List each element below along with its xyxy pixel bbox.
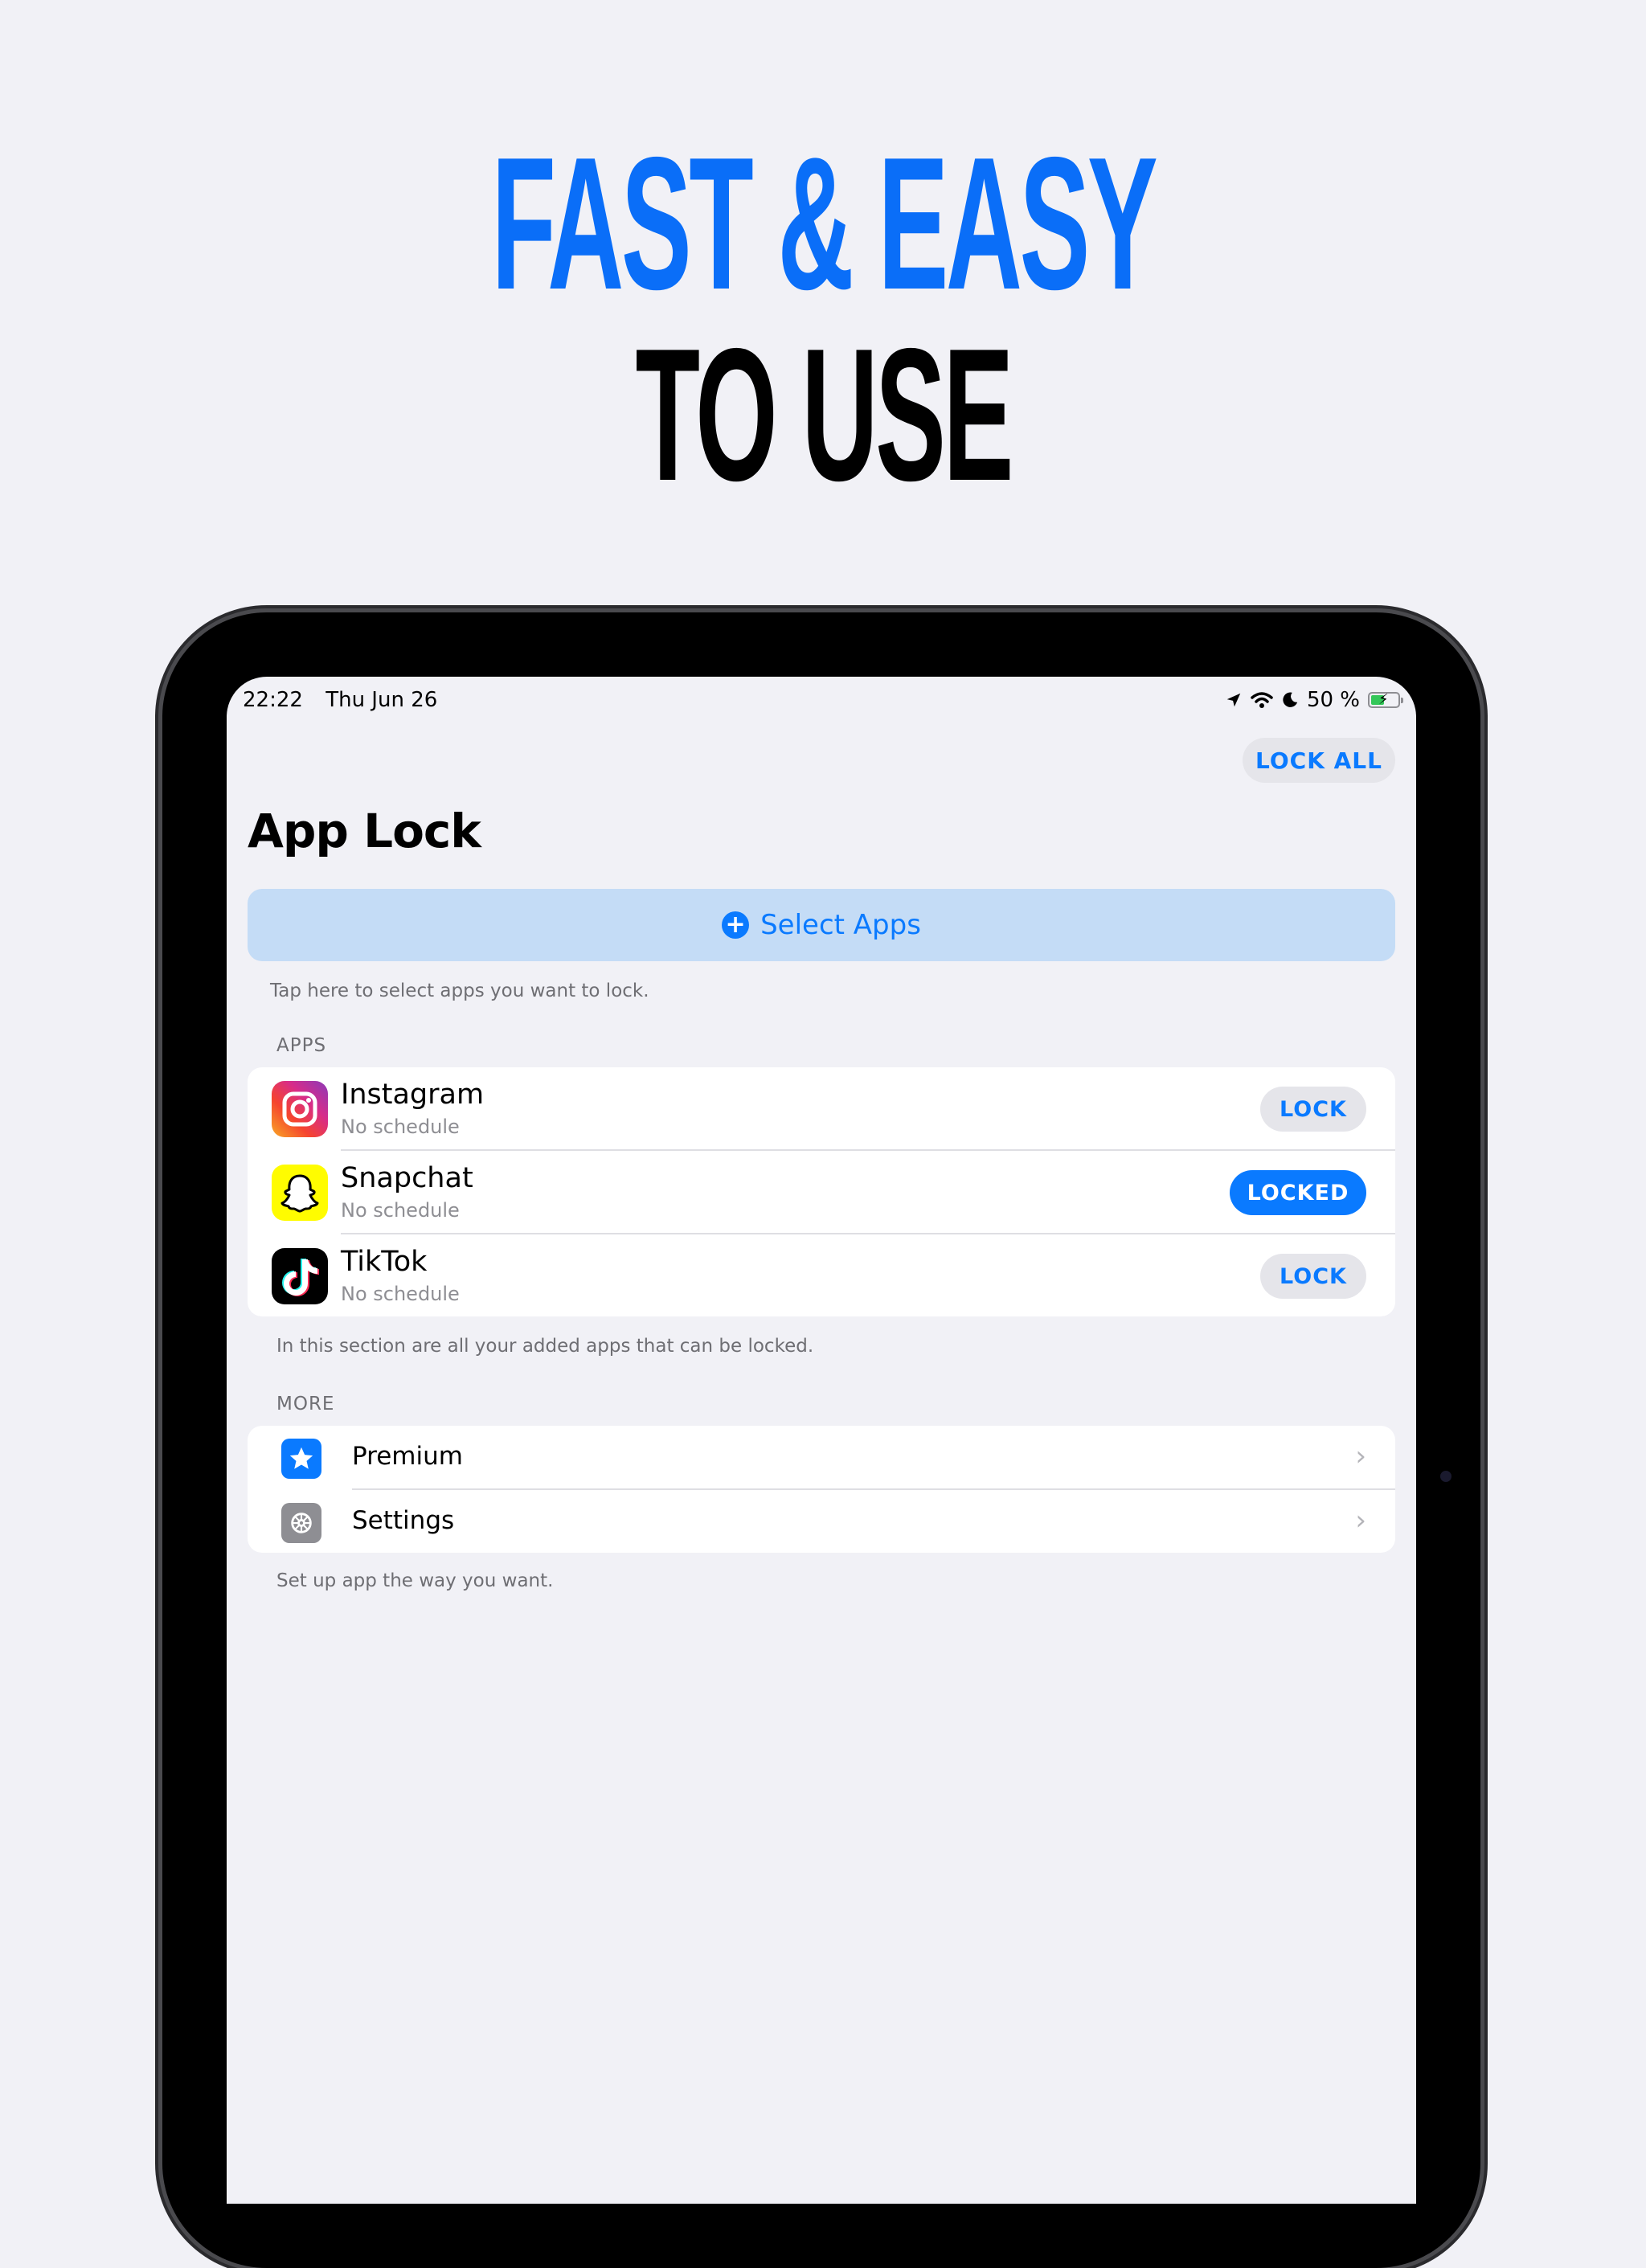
wifi-icon xyxy=(1251,692,1273,708)
plus-circle-icon: + xyxy=(722,911,750,939)
location-icon xyxy=(1226,693,1241,707)
select-apps-label: Select Apps xyxy=(760,909,921,941)
app-schedule: No schedule xyxy=(341,1116,460,1138)
app-row-instagram[interactable]: Instagram No schedule LOCK xyxy=(248,1067,1395,1150)
headline-line-2: TO USE xyxy=(635,309,1013,520)
headline-line-1: FAST & EASY xyxy=(491,117,1157,329)
more-list: Premium › Settings › xyxy=(248,1426,1395,1553)
page-title: App Lock xyxy=(248,804,481,858)
app-name: TikTok xyxy=(341,1246,428,1278)
chevron-right-icon: › xyxy=(1355,1440,1366,1472)
moon-icon xyxy=(1283,692,1298,707)
settings-row[interactable]: Settings › xyxy=(248,1490,1395,1553)
app-name: Instagram xyxy=(341,1079,485,1111)
more-section-footer: Set up app the way you want. xyxy=(276,1570,554,1591)
camera-icon xyxy=(1440,1471,1452,1482)
lock-all-button[interactable]: LOCK ALL xyxy=(1243,738,1395,783)
lock-button-tiktok[interactable]: LOCK xyxy=(1260,1254,1366,1299)
status-time: 22:22 xyxy=(243,688,303,712)
app-row-snapchat[interactable]: Snapchat No schedule LOCKED xyxy=(248,1151,1395,1234)
select-apps-hint: Tap here to select apps you want to lock… xyxy=(270,980,649,1001)
charging-bolt-icon: ⚡ xyxy=(1378,691,1389,708)
tiktok-icon xyxy=(272,1248,328,1304)
apps-section-header: APPS xyxy=(276,1035,327,1056)
app-schedule: No schedule xyxy=(341,1199,460,1222)
premium-label: Premium xyxy=(352,1442,463,1471)
app-schedule: No schedule xyxy=(341,1283,460,1305)
status-bar: 22:22 Thu Jun 26 50 % ⚡ xyxy=(243,688,1403,720)
snapchat-icon xyxy=(272,1165,328,1221)
chevron-right-icon: › xyxy=(1355,1504,1366,1537)
app-row-tiktok[interactable]: TikTok No schedule LOCK xyxy=(248,1234,1395,1316)
status-date: Thu Jun 26 xyxy=(326,688,438,712)
instagram-icon xyxy=(272,1081,328,1137)
select-apps-button[interactable]: + Select Apps xyxy=(248,889,1395,961)
apps-list: Instagram No schedule LOCK Snapchat No s… xyxy=(248,1067,1395,1316)
app-name: Snapchat xyxy=(341,1162,473,1194)
gear-icon xyxy=(281,1503,321,1543)
apps-section-footer: In this section are all your added apps … xyxy=(276,1336,814,1357)
more-section-header: MORE xyxy=(276,1394,335,1414)
settings-label: Settings xyxy=(352,1506,455,1535)
star-icon xyxy=(281,1439,321,1479)
locked-button-snapchat[interactable]: LOCKED xyxy=(1230,1170,1366,1215)
premium-row[interactable]: Premium › xyxy=(248,1426,1395,1489)
battery-icon: ⚡ xyxy=(1368,691,1403,708)
battery-percent: 50 % xyxy=(1306,688,1360,712)
lock-button-instagram[interactable]: LOCK xyxy=(1260,1087,1366,1132)
screen: 22:22 Thu Jun 26 50 % ⚡ LOCK ALL App Loc… xyxy=(227,677,1416,2204)
